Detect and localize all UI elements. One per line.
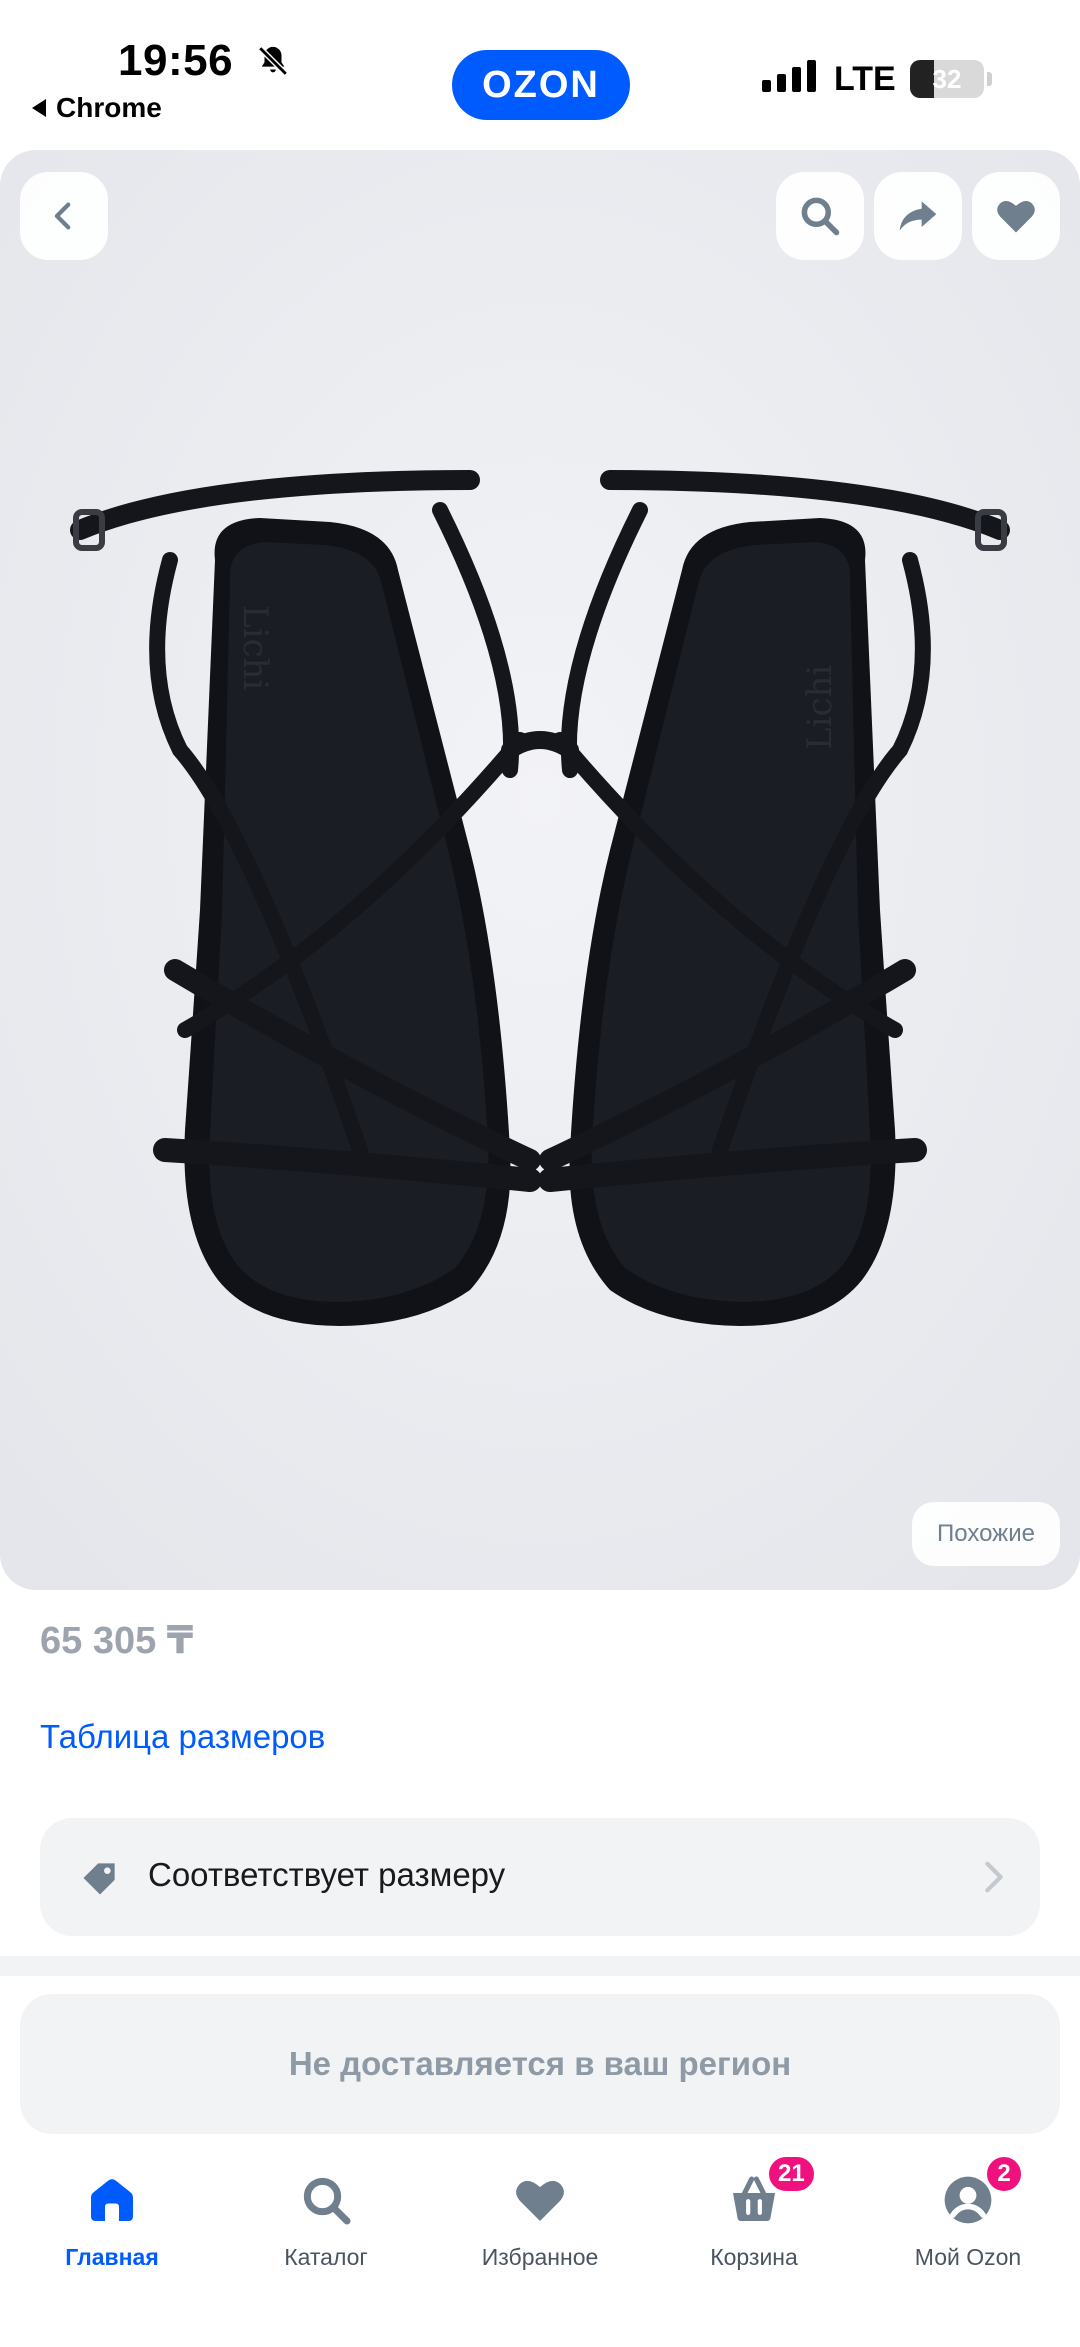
size-fit-card[interactable]: Соответствует размеру: [40, 1818, 1040, 1936]
nav-home[interactable]: Главная: [4, 2154, 220, 2304]
nav-home-label: Главная: [65, 2244, 159, 2270]
network-type: LTE: [834, 60, 896, 98]
nav-my-ozon-label: Мой Ozon: [914, 2244, 1022, 2270]
battery-level: 32: [932, 63, 962, 94]
home-icon: [91, 2179, 133, 2221]
insole-brand-right: Lichi: [800, 664, 840, 750]
nav-my-ozon[interactable]: 2 Мой Ozon: [860, 2154, 1076, 2304]
heart-icon: [516, 2180, 564, 2221]
size-table-link[interactable]: Таблица размеров: [40, 1718, 325, 1756]
search-icon: [801, 197, 840, 236]
bottom-navigation: Главная Каталог Избранное 21 Корзина 2 М…: [0, 2140, 1080, 2347]
profile-notification-badge: 2: [984, 2154, 1024, 2194]
muted-bell-icon: [258, 46, 288, 76]
product-price: 65 305 ₸: [40, 1620, 194, 1662]
status-bar: 19:56 Chrome OZON LTE 32: [0, 0, 1080, 150]
product-photo-sandals: [0, 150, 1080, 1590]
nav-cart[interactable]: 21 Корзина: [646, 2154, 862, 2304]
nav-favorites-label: Избранное: [481, 2244, 599, 2270]
cellular-signal-icon: [762, 60, 816, 92]
nav-catalog[interactable]: Каталог: [218, 2154, 434, 2304]
nav-catalog-label: Каталог: [284, 2244, 368, 2270]
product-image-gallery[interactable]: Lichi Lichi Похожие: [0, 150, 1080, 1590]
search-button[interactable]: [776, 172, 864, 260]
cart-count-badge: 21: [766, 2154, 817, 2194]
share-button[interactable]: [874, 172, 962, 260]
back-to-app-link[interactable]: Chrome: [32, 92, 162, 124]
chevron-right-icon: [985, 1861, 1003, 1893]
nav-favorites[interactable]: Избранное: [432, 2154, 648, 2304]
favorite-button[interactable]: [972, 172, 1060, 260]
back-triangle-icon: [32, 98, 46, 117]
nav-cart-label: Корзина: [710, 2244, 798, 2270]
back-app-label: Chrome: [56, 92, 162, 123]
battery-indicator: 32: [910, 60, 992, 98]
share-arrow-icon: [899, 201, 937, 231]
heart-icon: [997, 200, 1035, 233]
delivery-notice: Не доставляется в ваш регион: [20, 1994, 1060, 2134]
tag-icon: [83, 1863, 115, 1895]
size-fit-label: Соответствует размеру: [148, 1856, 506, 1893]
search-icon: [303, 2177, 351, 2225]
status-time: 19:56: [118, 36, 234, 85]
similar-button[interactable]: Похожие: [912, 1502, 1060, 1566]
chevron-left-icon: [54, 202, 71, 230]
insole-brand-left: Lichi: [235, 605, 275, 691]
back-button[interactable]: [20, 172, 108, 260]
ozon-logo[interactable]: OZON: [452, 50, 630, 120]
section-divider: [0, 1956, 1080, 1976]
